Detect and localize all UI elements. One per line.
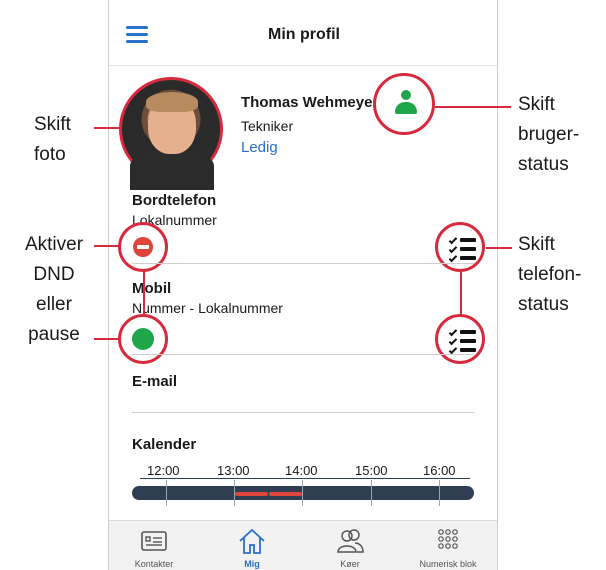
tab-label: Kontakter	[134, 559, 174, 569]
home-icon	[239, 528, 265, 554]
leader-line	[94, 338, 118, 340]
avatar-shoulders	[130, 150, 214, 190]
checklist-icon	[448, 235, 477, 263]
leader-line	[435, 106, 511, 108]
leader-line	[94, 127, 120, 129]
calendar-timeline[interactable]	[132, 486, 474, 500]
calendar-busy-block[interactable]	[235, 492, 268, 496]
people-icon	[337, 529, 364, 553]
calendar-label: Kalender	[132, 436, 197, 453]
available-dot-icon	[132, 328, 154, 350]
mobile-value: Nummer - Lokalnummer	[132, 300, 283, 316]
profile-status: Ledig	[241, 139, 278, 156]
tab-label: Numerisk blok	[419, 559, 477, 569]
user-status-button[interactable]	[373, 73, 435, 135]
desk-phone-label: Bordtelefon	[132, 192, 217, 209]
leader-line	[460, 272, 462, 316]
phone-screen: Min profil Thomas Wehmeyer Tekniker Ledi…	[108, 0, 498, 570]
tab-koer[interactable]: Køer	[305, 521, 395, 570]
dnd-button[interactable]	[118, 222, 168, 272]
calendar-tick: 14:00	[285, 463, 318, 478]
calendar-tick: 13:00	[217, 463, 250, 478]
top-bar: Min profil	[109, 0, 497, 66]
tab-mig[interactable]: Mig	[207, 521, 297, 570]
annotation-phone-status: Skift telefon- status	[518, 234, 582, 315]
email-label: E-mail	[132, 373, 178, 390]
leader-line	[143, 272, 145, 316]
avatar-hair	[146, 92, 198, 112]
desk-phone-status-button[interactable]	[435, 222, 485, 272]
keypad-icon	[438, 529, 458, 549]
calendar-tick-mark	[439, 480, 440, 506]
tab-label: Mig	[244, 559, 260, 569]
profile-role: Tekniker	[241, 118, 294, 134]
divider	[132, 412, 474, 413]
dnd-icon	[133, 237, 153, 257]
mobile-status-button[interactable]	[435, 314, 485, 364]
divider	[132, 354, 474, 355]
divider	[132, 263, 474, 264]
annotation-user-status: Skift bruger- status	[518, 94, 580, 175]
contact-card-icon	[141, 531, 167, 551]
page-title: Min profil	[268, 26, 340, 43]
calendar-busy-block[interactable]	[269, 492, 302, 496]
calendar-tick: 15:00	[355, 463, 388, 478]
tab-numerisk-blok[interactable]: Numerisk blok	[403, 521, 493, 570]
calendar-tick-mark	[166, 480, 167, 506]
checklist-icon	[448, 327, 477, 355]
mobile-label: Mobil	[132, 280, 172, 297]
leader-line	[94, 245, 118, 247]
calendar-tick-mark	[302, 480, 303, 506]
avatar[interactable]	[119, 77, 223, 190]
calendar-tick: 16:00	[423, 463, 456, 478]
leader-line	[486, 247, 512, 249]
tab-bar: Kontakter Mig Køer Numerisk blok	[109, 520, 497, 570]
profile-name: Thomas Wehmeyer	[241, 94, 379, 111]
annotation-change-photo: Skift foto	[34, 114, 71, 165]
tab-label: Køer	[340, 559, 360, 569]
tab-kontakter[interactable]: Kontakter	[109, 521, 199, 570]
annotation-dnd: Aktiver DND eller pause	[24, 234, 84, 345]
person-icon	[395, 90, 417, 116]
calendar-tick-mark	[371, 480, 372, 506]
calendar-tick: 12:00	[147, 463, 180, 478]
mobile-availability-button[interactable]	[118, 314, 168, 364]
calendar-baseline	[140, 478, 470, 479]
